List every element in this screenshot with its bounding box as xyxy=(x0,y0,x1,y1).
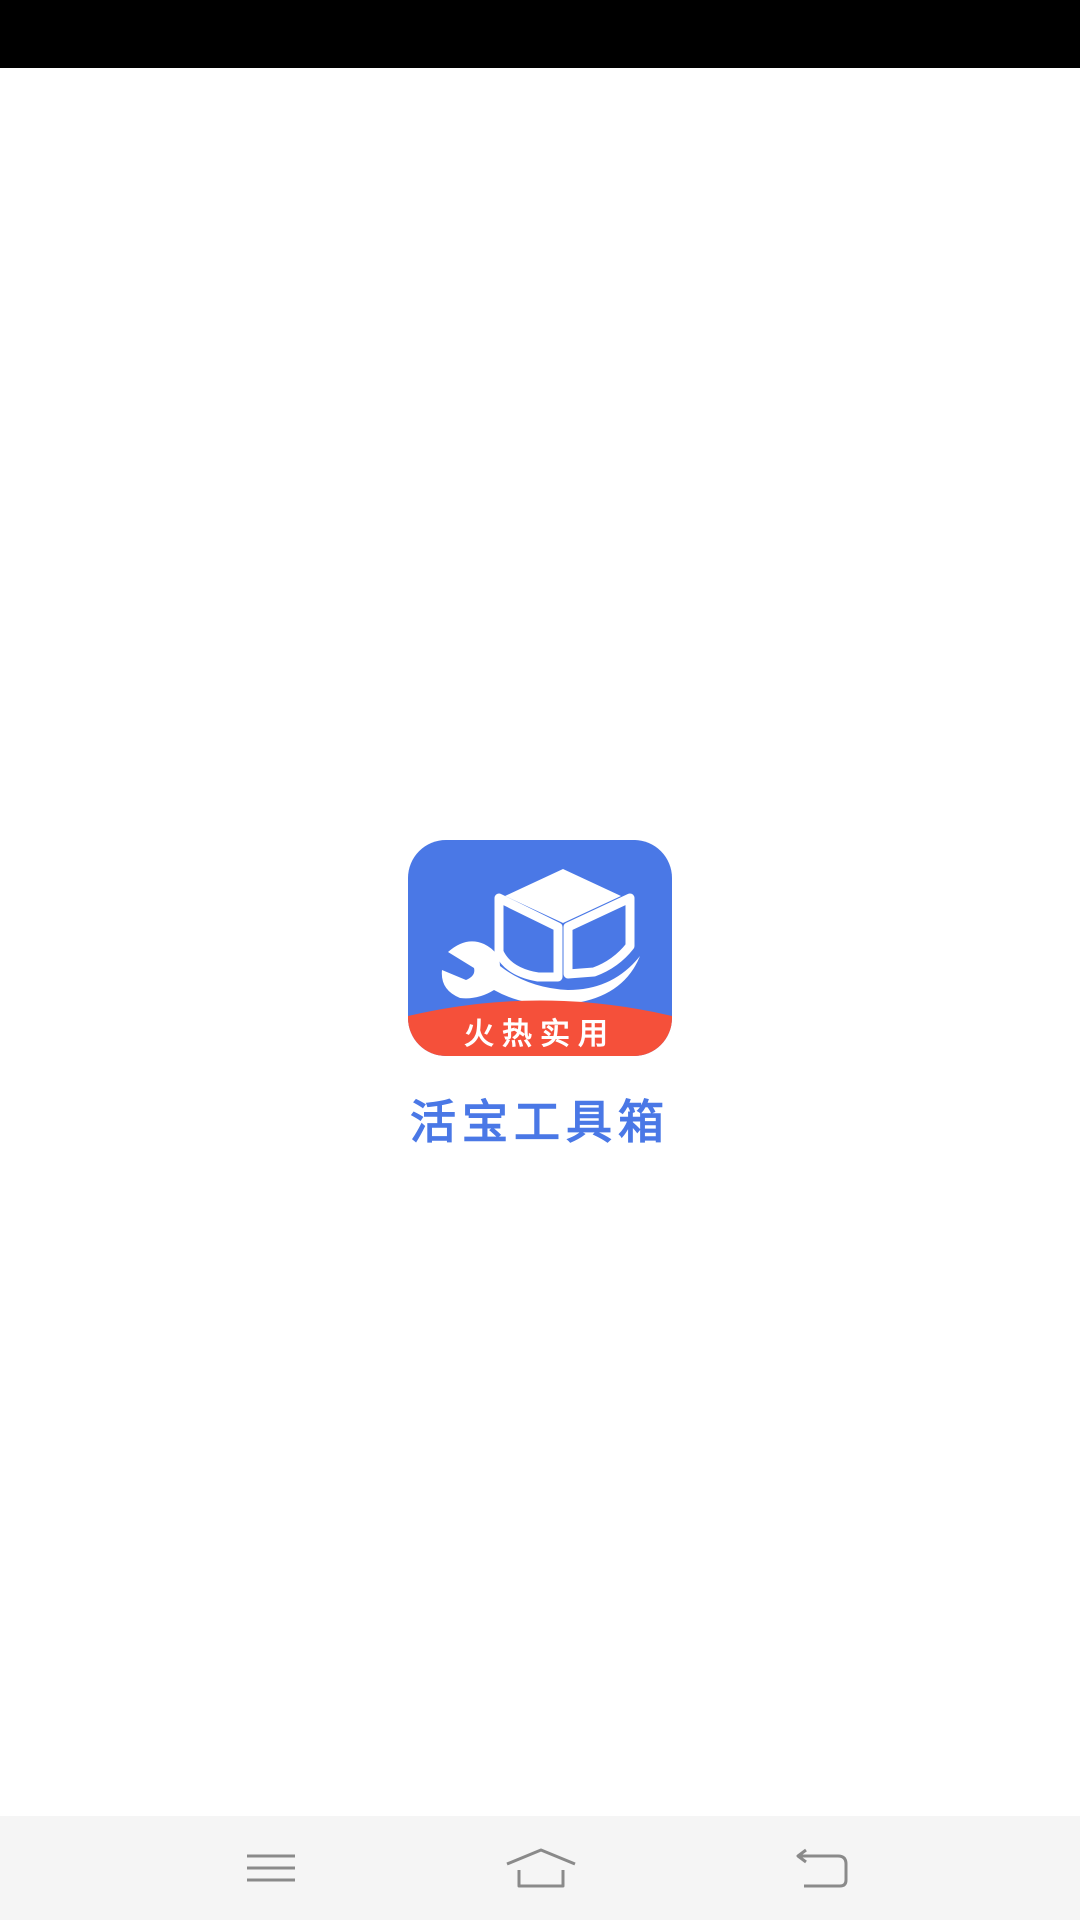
app-logo: 火热实用 xyxy=(408,840,672,1056)
home-button[interactable] xyxy=(481,1816,601,1920)
navigation-bar xyxy=(0,1816,1080,1920)
back-icon xyxy=(796,1848,848,1888)
status-bar xyxy=(0,0,1080,68)
menu-button[interactable] xyxy=(211,1816,331,1920)
badge-label: 火热实用 xyxy=(464,1017,616,1052)
app-title: 活宝工具箱 xyxy=(410,1095,670,1149)
back-button[interactable] xyxy=(762,1816,882,1920)
home-icon xyxy=(506,1848,576,1888)
menu-icon xyxy=(247,1854,295,1882)
